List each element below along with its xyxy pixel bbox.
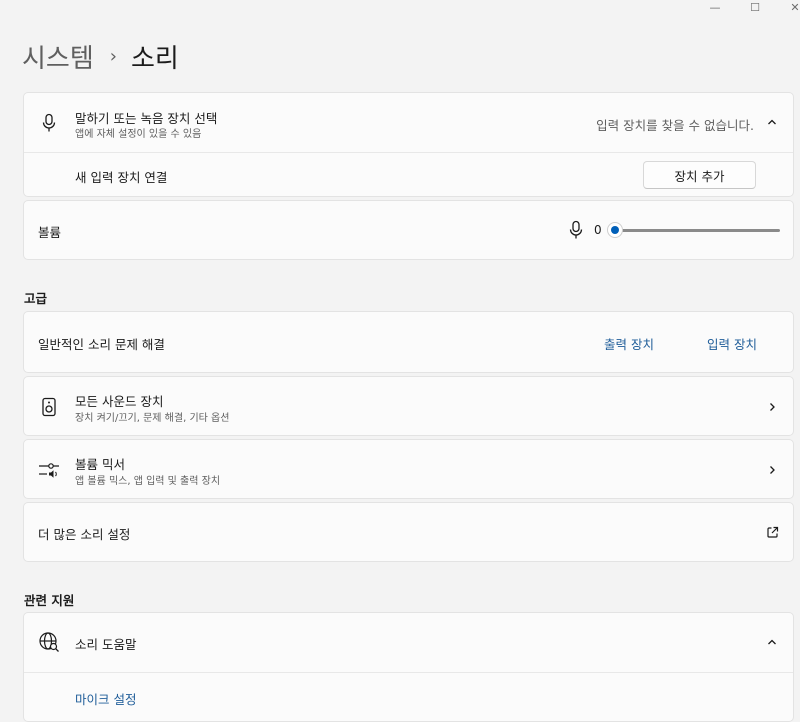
maximize-button[interactable]: ☐ — [742, 0, 768, 14]
volume-value: 0 — [594, 223, 602, 237]
output-device-link[interactable]: 출력 장치 — [604, 334, 654, 353]
troubleshoot-label: 일반적인 소리 문제 해결 — [38, 337, 165, 352]
mixer-title: 볼륨 믹서 — [75, 457, 125, 472]
volume-mixer-card[interactable]: 볼륨 믹서 앱 볼륨 믹스, 앱 입력 및 출력 장치 — [23, 439, 794, 499]
breadcrumb-parent[interactable]: 시스템 — [22, 38, 94, 75]
more-settings-label: 더 많은 소리 설정 — [38, 527, 131, 542]
input-device-card: 말하기 또는 녹음 장치 선택 앱에 자체 설정이 있을 수 있음 입력 장치를… — [23, 92, 794, 197]
input-device-header[interactable]: 말하기 또는 녹음 장치 선택 앱에 자체 설정이 있을 수 있음 입력 장치를… — [24, 93, 793, 152]
related-heading: 관련 지원 — [24, 593, 75, 608]
all-sound-devices-card[interactable]: 모든 사운드 장치 장치 켜기/끄기, 문제 해결, 기타 옵션 — [23, 376, 794, 436]
all-devices-subtitle: 장치 켜기/끄기, 문제 해결, 기타 옵션 — [75, 413, 230, 424]
globe-search-icon — [38, 631, 60, 653]
new-device-row: 새 입력 장치 연결 장치 추가 — [24, 153, 793, 197]
all-devices-title: 모든 사운드 장치 — [75, 394, 164, 409]
input-device-subtitle: 앱에 자체 설정이 있을 수 있음 — [75, 129, 202, 140]
volume-slider-thumb[interactable] — [607, 222, 623, 238]
microphone-icon — [38, 112, 60, 134]
more-sound-settings-card[interactable]: 더 많은 소리 설정 — [23, 502, 794, 562]
minimize-button[interactable]: — — [702, 0, 728, 14]
volume-card: 볼륨 0 — [23, 200, 794, 260]
add-device-button[interactable]: 장치 추가 — [643, 161, 756, 189]
volume-slider-track[interactable] — [615, 229, 780, 232]
sound-help-title: 소리 도움말 — [75, 637, 137, 652]
page-title: 소리 — [130, 44, 179, 74]
volume-label: 볼륨 — [38, 225, 62, 240]
breadcrumb: 시스템 › 소리 — [22, 38, 179, 75]
chevron-right-icon — [765, 400, 779, 414]
chevron-up-icon[interactable] — [765, 115, 779, 129]
breadcrumb-separator: › — [109, 46, 117, 67]
input-device-status: 입력 장치를 찾을 수 없습니다. — [596, 118, 754, 133]
mic-settings-link[interactable]: 마이크 설정 — [75, 689, 136, 708]
speaker-icon — [38, 396, 60, 418]
new-device-label: 새 입력 장치 연결 — [75, 170, 168, 185]
divider — [24, 672, 793, 673]
microphone-icon — [567, 220, 585, 240]
volume-mixer-icon — [38, 459, 60, 481]
troubleshoot-card: 일반적인 소리 문제 해결 출력 장치 입력 장치 — [23, 311, 794, 373]
sound-help-card: 소리 도움말 마이크 설정 — [23, 612, 794, 722]
chevron-right-icon — [765, 463, 779, 477]
chevron-up-icon[interactable] — [765, 635, 779, 649]
mixer-subtitle: 앱 볼륨 믹스, 앱 입력 및 출력 장치 — [75, 476, 221, 487]
advanced-heading: 고급 — [24, 291, 48, 306]
input-device-link[interactable]: 입력 장치 — [707, 334, 757, 353]
sound-help-header[interactable]: 소리 도움말 — [24, 613, 793, 672]
close-button[interactable]: ✕ — [782, 0, 800, 14]
external-link-icon — [765, 525, 779, 539]
